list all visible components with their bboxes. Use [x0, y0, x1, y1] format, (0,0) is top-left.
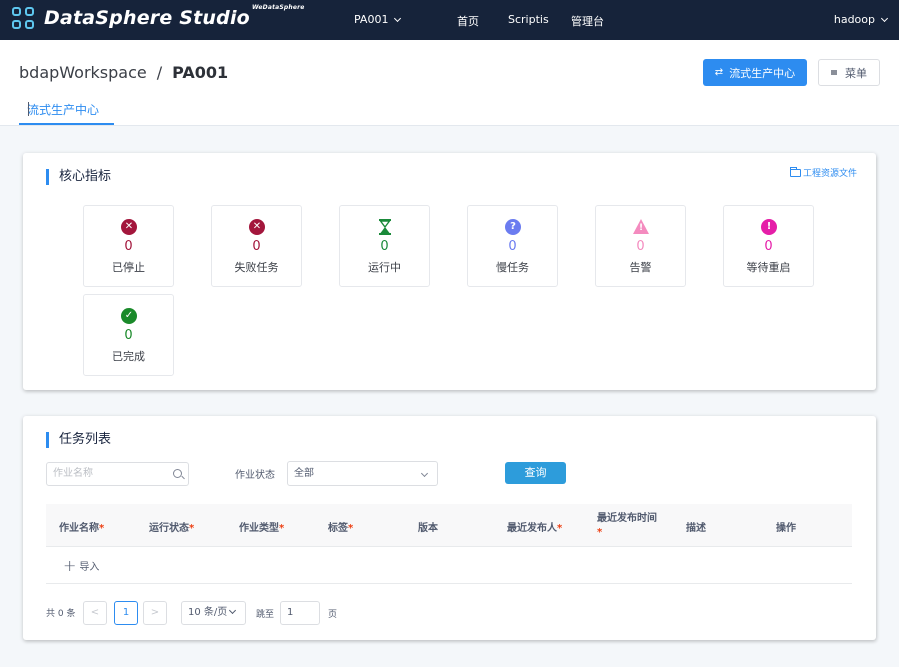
page-suffix: 页 — [328, 610, 338, 620]
swap-icon: ⇄ — [714, 67, 724, 78]
column-header[interactable]: 作业名称* — [59, 519, 104, 534]
metric-slow[interactable]: ? 0 慢任务 — [467, 205, 558, 287]
job-status-value: 全部 — [294, 468, 314, 479]
page-header: bdapWorkspace / PA001 ⇄ 流式生产中心 菜单 流式生产中心 — [0, 40, 899, 126]
nav-item-scriptis[interactable]: Scriptis — [508, 13, 549, 26]
next-page-button[interactable]: > — [143, 601, 167, 625]
metric-label: 运行中 — [368, 261, 401, 274]
column-header[interactable]: 标签* — [328, 519, 353, 534]
check-icon: ✓ — [121, 308, 137, 324]
metric-alert[interactable]: ! 0 告警 — [595, 205, 686, 287]
menu-button[interactable]: 菜单 — [818, 59, 880, 86]
jump-label: 跳至 — [256, 610, 275, 620]
metric-label: 等待重启 — [746, 261, 791, 274]
metric-value: 0 — [764, 239, 773, 254]
query-button[interactable]: 查询 — [505, 462, 566, 484]
logo-grid-icon — [12, 7, 34, 29]
table-header: 作业名称* 运行状态* 作业类型* 标签* 版本 最近发布人* 最近发布时间* … — [46, 504, 852, 547]
column-header[interactable]: 运行状态* — [149, 519, 194, 534]
warning-icon: ! — [633, 219, 649, 234]
metric-label: 已停止 — [112, 261, 145, 274]
core-metrics-title: 核心指标 — [46, 169, 111, 185]
task-list-card: 任务列表 作业名称 作业状态 全部 查询 作业名称* 运行状态* 作业类型* 标… — [23, 416, 876, 640]
metric-value: 0 — [636, 239, 645, 254]
question-icon: ? — [505, 219, 521, 235]
metric-waiting-restart[interactable]: ! 0 等待重启 — [723, 205, 814, 287]
metric-completed[interactable]: ✓ 0 已完成 — [83, 294, 174, 376]
search-placeholder: 作业名称 — [53, 468, 93, 479]
metric-stopped[interactable]: ✕ 0 已停止 — [83, 205, 174, 287]
user-menu[interactable]: hadoop — [834, 13, 889, 26]
metric-value: 0 — [124, 239, 133, 254]
metric-value: 0 — [508, 239, 517, 254]
chevron-down-icon — [229, 606, 237, 615]
metric-running[interactable]: 0 运行中 — [339, 205, 430, 287]
exclamation-icon: ! — [761, 219, 777, 235]
metric-value: 0 — [124, 328, 133, 343]
tab-underline — [19, 123, 114, 125]
top-nav: DataSphere Studio WeDataSphere PA001 首页 S… — [0, 0, 899, 40]
import-row: + 导入 — [46, 548, 852, 584]
import-button[interactable]: + 导入 — [63, 555, 99, 575]
plus-icon: + — [63, 555, 77, 575]
job-status-select[interactable]: 全部 — [287, 461, 438, 486]
breadcrumb-project: PA001 — [172, 63, 229, 82]
brand-sup: WeDataSphere — [251, 4, 305, 11]
job-status-label: 作业状态 — [235, 470, 275, 481]
project-switcher[interactable]: PA001 — [354, 13, 402, 26]
column-header[interactable]: 版本 — [418, 519, 438, 534]
chevron-down-icon — [880, 14, 889, 23]
job-name-search-input[interactable]: 作业名称 — [46, 462, 189, 486]
stream-center-button[interactable]: ⇄ 流式生产中心 — [703, 59, 807, 86]
metric-failed[interactable]: ✕ 0 失败任务 — [211, 205, 302, 287]
metric-value: 0 — [252, 239, 261, 254]
metric-value: 0 — [380, 239, 389, 254]
metric-label: 已完成 — [112, 350, 145, 363]
page-size-select[interactable]: 10 条/页 — [181, 601, 246, 625]
chevron-down-icon — [420, 469, 429, 478]
brand-name: DataSphere Studio WeDataSphere — [44, 4, 305, 29]
text-cursor — [28, 102, 29, 116]
logo[interactable]: DataSphere Studio WeDataSphere — [12, 4, 305, 29]
column-header[interactable]: 操作 — [776, 519, 796, 534]
column-header[interactable]: 最近发布人* — [507, 519, 562, 534]
stopped-x-icon: ✕ — [121, 219, 137, 235]
core-metrics-card: 核心指标 工程资源文件 ✕ 0 已停止 ✕ 0 失败任务 0 运行中 ? 0 慢… — [23, 153, 876, 390]
folder-icon — [790, 166, 801, 177]
column-header[interactable]: 描述 — [686, 519, 706, 534]
breadcrumb-separator: / — [156, 63, 163, 82]
breadcrumb: bdapWorkspace / PA001 — [19, 63, 228, 82]
breadcrumb-workspace[interactable]: bdapWorkspace — [19, 63, 147, 82]
metric-label: 慢任务 — [496, 261, 529, 274]
column-header[interactable]: 作业类型* — [239, 519, 284, 534]
menu-icon — [831, 70, 837, 75]
tab-stream-center[interactable]: 流式生产中心 — [27, 101, 99, 118]
jump-page-input[interactable]: 1 — [280, 601, 320, 625]
resource-files-link[interactable]: 工程资源文件 — [790, 166, 857, 179]
metric-label: 告警 — [629, 261, 652, 274]
nav-item-admin[interactable]: 管理台 — [571, 13, 604, 29]
search-icon[interactable] — [173, 469, 182, 478]
metric-label: 失败任务 — [234, 261, 279, 274]
prev-page-button[interactable]: < — [83, 601, 107, 625]
column-header[interactable]: 最近发布时间* — [597, 512, 657, 540]
failed-x-icon: ✕ — [249, 219, 265, 235]
page-1-button[interactable]: 1 — [114, 601, 138, 625]
total-count: 共 0 条 — [46, 609, 76, 619]
nav-item-home[interactable]: 首页 — [457, 13, 479, 29]
chevron-down-icon — [394, 14, 402, 23]
hourglass-icon — [379, 219, 391, 235]
task-list-title: 任务列表 — [46, 432, 111, 448]
